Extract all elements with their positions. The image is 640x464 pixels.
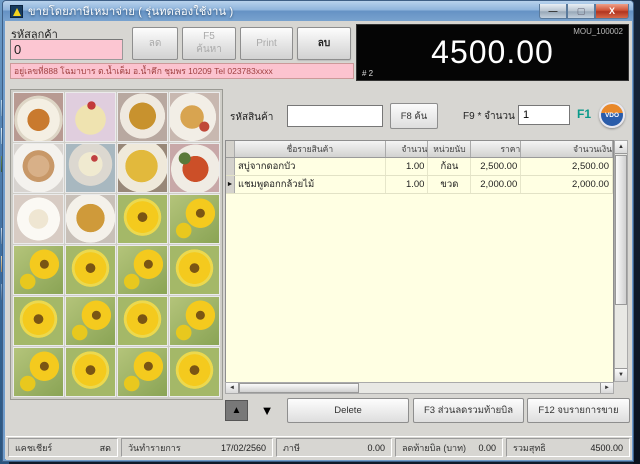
- table-row[interactable]: สบู่จากดอกบัว 1.00 ก้อน 2,500.00 2,500.00: [226, 158, 613, 176]
- product-photo-sun-a[interactable]: [169, 347, 220, 397]
- client-area: รหัสลูกค้า ลด F5 ค้นหา Print ลบ อยู่เลขท…: [6, 21, 632, 460]
- vdo-badge-icon[interactable]: VDO: [599, 102, 625, 128]
- table-row[interactable]: ► แชมพูดอกกล้วยไม้ 1.00 ขวด 2,000.00 2,000.00: [226, 176, 613, 194]
- product-photo-sun-a[interactable]: [65, 347, 116, 397]
- scroll-left-icon[interactable]: ◄: [226, 383, 239, 393]
- product-photo-dessert-cup[interactable]: [65, 143, 116, 193]
- line-count: # 2: [362, 69, 374, 78]
- app-icon: [10, 4, 23, 18]
- product-photo-sun-b[interactable]: [13, 347, 64, 397]
- product-photo-curry-yellow[interactable]: [117, 143, 168, 193]
- status-cashier: แคชเชียร์ สด: [8, 438, 118, 457]
- product-photo-sun-b[interactable]: [117, 245, 168, 295]
- table-cell[interactable]: สบู่จากดอกบัว: [235, 158, 386, 175]
- print-button[interactable]: Print: [240, 27, 293, 60]
- product-photo-bowl-orange[interactable]: [13, 92, 64, 142]
- column-header-price[interactable]: ราคา: [471, 141, 522, 157]
- close-button[interactable]: X: [595, 3, 629, 19]
- row-selector[interactable]: ►: [226, 176, 235, 193]
- status-date: วันทำรายการ 17/02/2560: [121, 438, 273, 457]
- row-selector-header: [226, 141, 235, 157]
- product-photo-sun-b[interactable]: [169, 194, 220, 244]
- delete-item-button[interactable]: ลบ: [297, 27, 351, 60]
- table-cell[interactable]: 1.00: [386, 158, 429, 175]
- f5-search-button[interactable]: F5 ค้นหา: [182, 27, 236, 60]
- product-photo-sun-a[interactable]: [65, 245, 116, 295]
- status-tax: ภาษี 0.00: [276, 438, 392, 457]
- status-bill-discount: ลดท้ายบิล (บาท) 0.00: [395, 438, 503, 457]
- total-amount-display: 4500.00: [431, 34, 554, 70]
- app-window: ขายโดยภาษีเหมาจ่าย ( รุ่นทดลองใช้งาน ) —…: [2, 0, 634, 462]
- minimize-button[interactable]: —: [539, 3, 567, 19]
- move-down-button[interactable]: ▼: [255, 400, 279, 421]
- column-header-amount[interactable]: จำนวนเงิน: [521, 141, 614, 157]
- product-photo-grid: [10, 89, 223, 400]
- f1-help-label[interactable]: F1: [577, 107, 591, 121]
- table-cell[interactable]: แชมพูดอกกล้วยไม้: [235, 176, 386, 193]
- scrollbar-thumb[interactable]: [615, 155, 627, 305]
- product-code-label: รหัสสินค้า: [230, 112, 274, 123]
- table-cell[interactable]: 2,500.00: [521, 158, 613, 175]
- title-bar[interactable]: ขายโดยภาษีเหมาจ่าย ( รุ่นทดลองใช้งาน ) —…: [3, 1, 633, 21]
- product-photo-rice-fried[interactable]: [65, 194, 116, 244]
- desktop-background-strip: [633, 0, 640, 464]
- window-title: ขายโดยภาษีเหมาจ่าย ( รุ่นทดลองใช้งาน ): [28, 6, 234, 18]
- product-photo-fried-gold[interactable]: [117, 92, 168, 142]
- delete-row-button[interactable]: Delete: [287, 398, 409, 423]
- table-body: สบู่จากดอกบัว 1.00 ก้อน 2,500.00 2,500.00 ► แช…: [226, 158, 613, 194]
- shop-address-bar: อยู่เลขที่888 โฉมาบาร ต.น้ำเค็ม อ.น้ำคึก…: [10, 63, 354, 79]
- product-photo-sun-b[interactable]: [13, 245, 64, 295]
- product-photo-chicken-pile[interactable]: [13, 143, 64, 193]
- customer-code-input[interactable]: [10, 39, 123, 60]
- table-cell[interactable]: ขวด: [428, 176, 472, 193]
- window-controls: — ▢ X: [539, 3, 629, 19]
- f12-finish-sale-button[interactable]: F12 จบรายการขาย: [527, 398, 630, 423]
- product-photo-sun-a[interactable]: [13, 296, 64, 346]
- amount-display: MOU_100002 4500.00 # 2: [356, 24, 629, 81]
- product-photo-sun-a[interactable]: [117, 194, 168, 244]
- table-cell[interactable]: ก้อน: [428, 158, 472, 175]
- product-photo-sun-a[interactable]: [169, 245, 220, 295]
- status-bar: แคชเชียร์ สด วันทำรายการ 17/02/2560 ภาษี…: [6, 436, 632, 458]
- scroll-down-icon[interactable]: ▼: [615, 368, 627, 381]
- column-header-unit[interactable]: หน่วยนับ: [428, 141, 472, 157]
- table-horizontal-scrollbar[interactable]: ◄ ►: [225, 382, 614, 394]
- column-header-name[interactable]: ชื่อรายสินค้า: [235, 141, 386, 157]
- f3-bill-discount-button[interactable]: F3 ส่วนลดรวมท้ายบิล: [413, 398, 524, 423]
- quantity-input[interactable]: [518, 105, 570, 125]
- product-photo-sun-b[interactable]: [117, 347, 168, 397]
- status-net-total: รวมสุทธิ 4500.00: [506, 438, 630, 457]
- maximize-button[interactable]: ▢: [567, 3, 595, 19]
- quantity-label: F9 * จำนวน: [463, 111, 515, 122]
- scrollbar-thumb[interactable]: [239, 383, 359, 393]
- discount-button[interactable]: ลด: [132, 27, 178, 60]
- product-photo-sun-a[interactable]: [117, 296, 168, 346]
- row-selector[interactable]: [226, 158, 235, 175]
- items-table: ชื่อรายสินค้า จำนวน หน่วยนับ ราคา จำนวนเ…: [225, 140, 614, 394]
- f8-search-button[interactable]: F8 ค้น: [390, 103, 438, 129]
- table-header-row: ชื่อรายสินค้า จำนวน หน่วยนับ ราคา จำนวนเ…: [226, 141, 614, 158]
- product-photo-stirfry-red[interactable]: [169, 143, 220, 193]
- table-cell[interactable]: 2,500.00: [471, 158, 522, 175]
- scroll-up-icon[interactable]: ▲: [615, 141, 627, 154]
- product-photo-cake-cream[interactable]: [65, 92, 116, 142]
- table-cell[interactable]: 2,000.00: [521, 176, 613, 193]
- product-photo-fried-plate[interactable]: [169, 92, 220, 142]
- product-photo-sun-b[interactable]: [65, 296, 116, 346]
- table-cell[interactable]: 1.00: [386, 176, 429, 193]
- table-cell[interactable]: 2,000.00: [471, 176, 522, 193]
- product-photo-sun-b[interactable]: [169, 296, 220, 346]
- product-photo-soup-white[interactable]: [13, 194, 64, 244]
- table-vertical-scrollbar[interactable]: ▲ ▼: [614, 140, 628, 382]
- column-header-qty[interactable]: จำนวน: [386, 141, 429, 157]
- product-code-input[interactable]: [287, 105, 383, 127]
- scroll-right-icon[interactable]: ►: [600, 383, 613, 393]
- move-up-button[interactable]: ▲: [225, 400, 248, 421]
